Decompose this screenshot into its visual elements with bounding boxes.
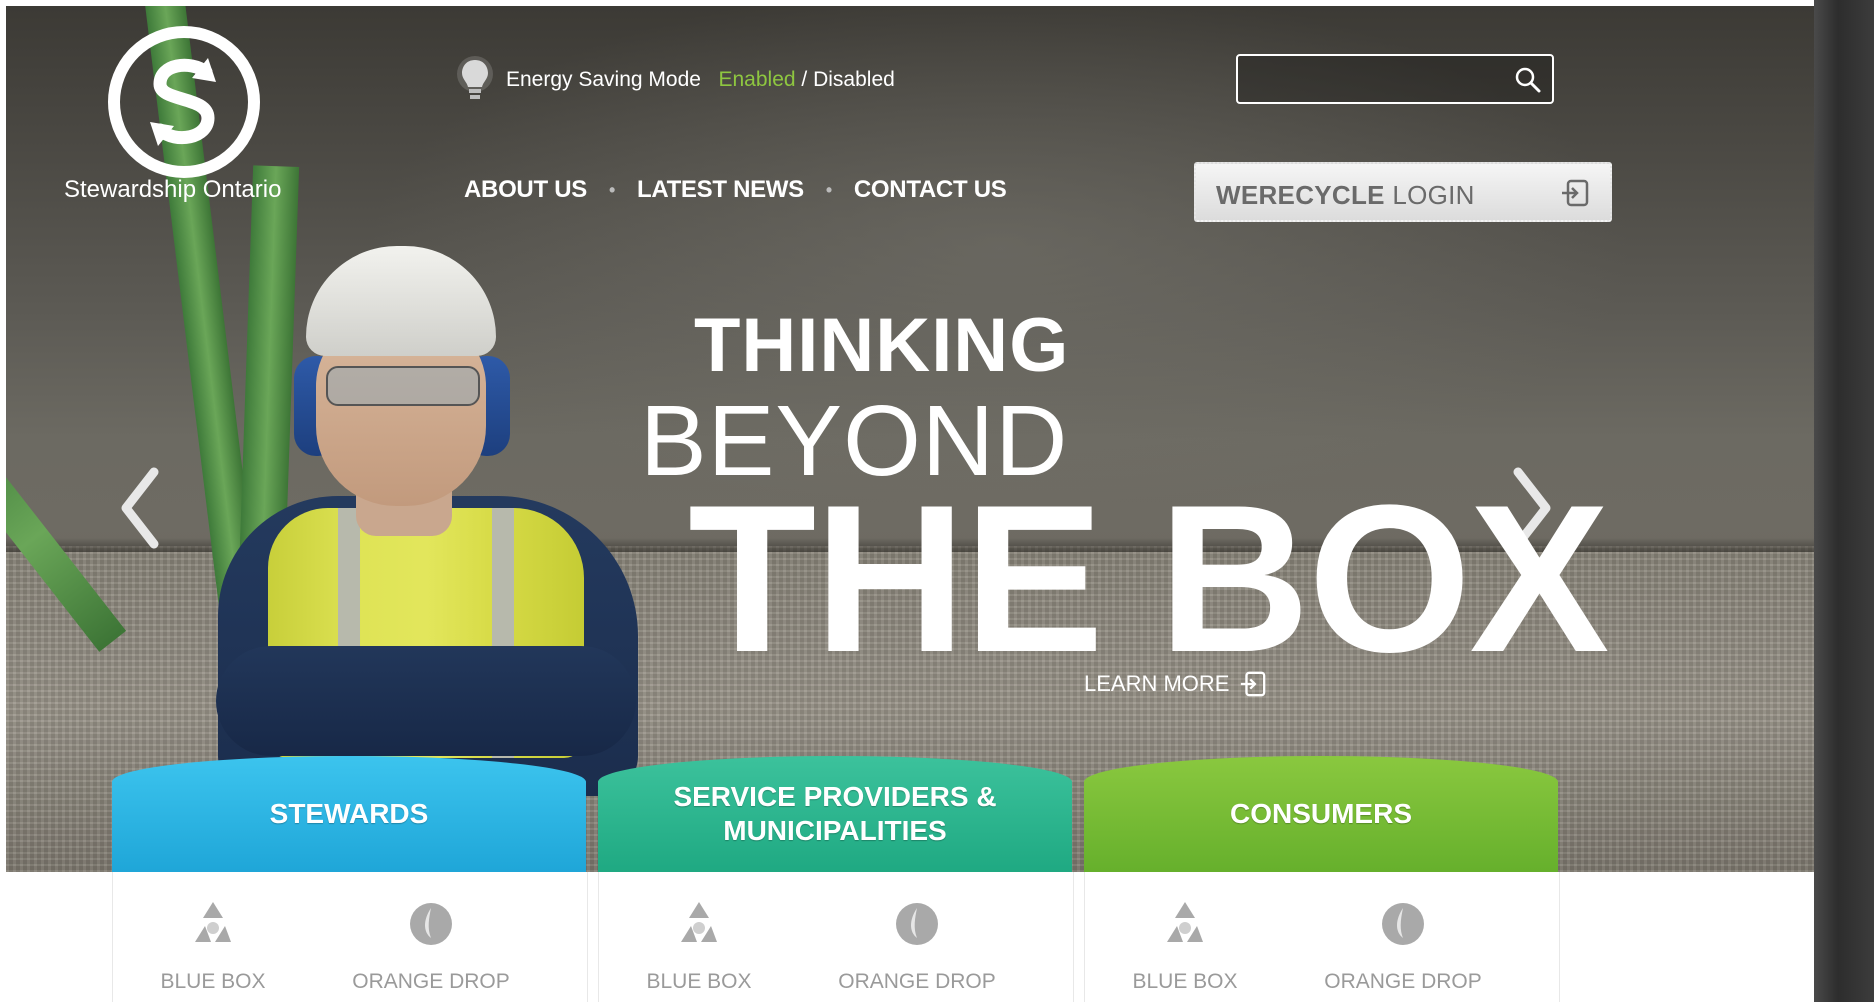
nav-about-us[interactable]: ABOUT US [464, 176, 587, 204]
tab-service-providers[interactable]: SERVICE PROVIDERS & MUNICIPALITIES [598, 756, 1072, 898]
logo-mark[interactable] [108, 26, 260, 178]
headline-the-box: THE BOX [688, 461, 1609, 696]
energy-separator: / [801, 68, 808, 91]
program-orange-drop[interactable]: ORANGE DROP [1303, 898, 1503, 994]
nav-separator: • [825, 179, 832, 200]
login-icon [1562, 179, 1589, 207]
program-blue-box[interactable]: BLUE BOX [1085, 898, 1285, 994]
program-label: ORANGE DROP [352, 970, 510, 993]
orange-drop-icon [1382, 903, 1424, 945]
search-input[interactable] [1246, 62, 1510, 98]
program-label: ORANGE DROP [1324, 970, 1482, 993]
energy-enabled-toggle[interactable]: Enabled [718, 68, 795, 91]
search-icon[interactable] [1514, 66, 1542, 94]
orange-drop-icon [410, 903, 452, 945]
worker-photo [206, 246, 638, 806]
learn-more-link[interactable]: LEARN MORE [1084, 670, 1267, 698]
program-blue-box[interactable]: BLUE BOX [113, 898, 313, 994]
program-label: BLUE BOX [646, 970, 752, 993]
recycle-icon [681, 902, 717, 942]
tab-consumers[interactable]: CONSUMERS [1084, 756, 1558, 898]
nav-latest-news[interactable]: LATEST NEWS [637, 176, 804, 204]
orange-drop-icon [896, 903, 938, 945]
tab-consumers-label: CONSUMERS [1229, 798, 1412, 829]
nav-separator: • [608, 179, 615, 200]
program-label: BLUE BOX [1132, 970, 1238, 993]
learn-more-label: LEARN MORE [1084, 671, 1230, 696]
chevron-left-icon[interactable] [116, 466, 164, 550]
program-label: ORANGE DROP [838, 970, 996, 993]
login-label: WERECYCLE LOGIN [1216, 180, 1475, 210]
stewards-programs: BLUE BOX ORANGE DROP [112, 872, 588, 1002]
program-label: BLUE BOX [160, 970, 266, 993]
program-orange-drop[interactable]: ORANGE DROP [817, 898, 1017, 994]
tab-stewards[interactable]: STEWARDS [112, 756, 586, 898]
energy-label: Energy Saving Mode [506, 68, 701, 91]
consumers-programs: BLUE BOX ORANGE DROP [1084, 872, 1560, 1002]
brand-name[interactable]: Stewardship Ontario [64, 176, 281, 204]
headline-thinking: THINKING [694, 303, 1070, 388]
werecycle-login-button[interactable]: WERECYCLE LOGIN [1194, 162, 1612, 222]
search-box[interactable] [1236, 54, 1554, 104]
tab-stewards-label: STEWARDS [269, 798, 429, 829]
program-orange-drop[interactable]: ORANGE DROP [331, 898, 531, 994]
right-edge-strip [1814, 0, 1874, 1002]
learn-more-icon [1241, 671, 1266, 697]
bulb-icon [457, 56, 493, 99]
program-blue-box[interactable]: BLUE BOX [599, 898, 799, 994]
recycle-icon [195, 902, 231, 942]
energy-saving-mode: Energy Saving Mode Enabled / Disabled [506, 68, 895, 92]
recycle-icon [1167, 902, 1203, 942]
logo-s-icon [150, 58, 216, 146]
nav-contact-us[interactable]: CONTACT US [854, 176, 1007, 204]
main-nav: ABOUT US • LATEST NEWS • CONTACT US [464, 176, 1007, 204]
energy-disabled-toggle[interactable]: Disabled [813, 68, 895, 91]
service-providers-programs: BLUE BOX ORANGE DROP [598, 872, 1074, 1002]
tab-service-providers-label: SERVICE PROVIDERS & MUNICIPALITIES [673, 781, 997, 846]
